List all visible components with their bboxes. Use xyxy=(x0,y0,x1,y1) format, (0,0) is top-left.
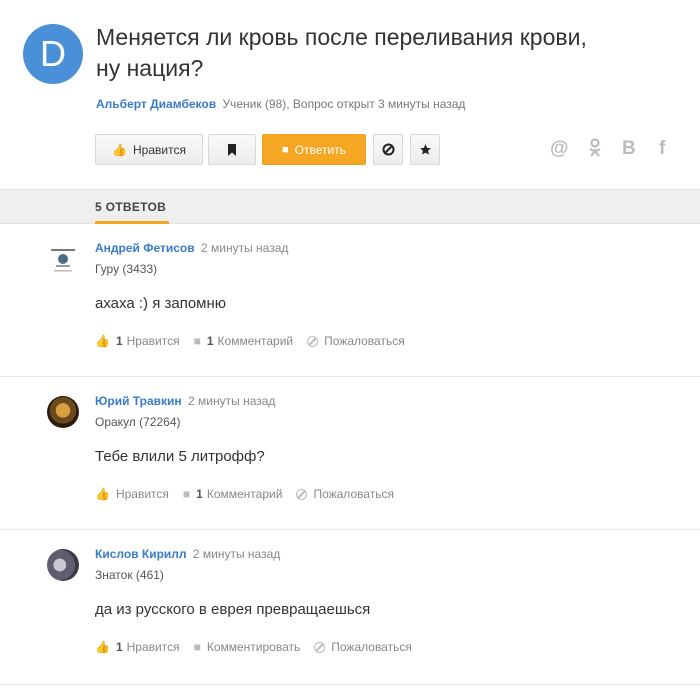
like-label: Нравится xyxy=(126,334,180,348)
answer-item: Юрий Травкин 2 минуты назад Оракул (7226… xyxy=(0,377,700,530)
comment-count: 1 xyxy=(196,487,203,501)
like-button[interactable]: 👍 Нравится xyxy=(95,134,203,165)
answer-button-label: Ответить xyxy=(294,142,346,157)
question-title: Меняется ли кровь после переливания кров… xyxy=(96,22,656,84)
answer-like-button[interactable]: 👍 1 Нравится xyxy=(95,334,180,348)
like-label: Нравится xyxy=(126,640,180,654)
comment-label: Комментарий xyxy=(206,487,283,501)
comment-count: 1 xyxy=(206,334,214,348)
answer-text: да из русского в еврея превращаешься xyxy=(95,601,371,618)
share-vk-icon[interactable]: B xyxy=(622,138,636,160)
report-label: Пожаловаться xyxy=(324,334,405,348)
answer-header: Юрий Травкин 2 минуты назад xyxy=(95,394,275,408)
thumbs-up-icon: 👍 xyxy=(95,487,110,501)
report-icon xyxy=(296,488,308,500)
share-odnoklassniki-icon[interactable] xyxy=(588,138,602,164)
answer-time: 2 минуты назад xyxy=(192,547,281,561)
comment-icon: ■ xyxy=(193,640,201,654)
thumbs-up-icon: 👍 xyxy=(112,142,127,157)
avatar[interactable] xyxy=(47,549,79,581)
bookmark-icon xyxy=(228,143,236,156)
avatar[interactable] xyxy=(47,245,79,277)
report-icon xyxy=(314,641,326,653)
share-facebook-icon[interactable]: f xyxy=(659,138,665,160)
comment-label: Комментировать xyxy=(206,640,301,654)
comment-label: Комментарий xyxy=(217,334,294,348)
like-count: 1 xyxy=(115,640,123,654)
block-button[interactable] xyxy=(373,134,403,165)
answer-rank: Оракул (72264) xyxy=(95,415,181,429)
answer-text: ахаха :) я запомню xyxy=(95,295,227,312)
answer-author-link[interactable]: Кислов Кирилл xyxy=(95,547,187,561)
answers-count-tab[interactable]: 5 ОТВЕТОВ xyxy=(95,200,166,214)
answer-report-button[interactable]: Пожаловаться xyxy=(314,640,412,654)
thumbs-up-icon: 👍 xyxy=(95,640,110,654)
answer-comment-button[interactable]: ■ 1 Комментарий xyxy=(183,487,283,501)
share-mail-icon[interactable]: @ xyxy=(550,138,569,160)
answer-author-link[interactable]: Юрий Травкин xyxy=(95,394,182,408)
like-label: Нравится xyxy=(115,487,169,501)
question-author-link[interactable]: Альберт Диамбеков xyxy=(96,97,216,111)
report-icon xyxy=(307,335,319,347)
answers-tab-bar: 5 ОТВЕТОВ xyxy=(0,189,700,224)
answer-time: 2 минуты назад xyxy=(188,394,276,408)
answer-like-button[interactable]: 👍 1 Нравится xyxy=(95,640,180,654)
bookmark-button[interactable] xyxy=(208,134,256,165)
question-meta-text: Ученик (98), Вопрос открыт 3 минуты наза… xyxy=(222,97,466,111)
report-label: Пожаловаться xyxy=(313,487,395,501)
favorite-button[interactable] xyxy=(410,134,440,165)
answer-rank: Гуру (3433) xyxy=(95,262,158,276)
report-label: Пожаловаться xyxy=(331,640,412,654)
answer-text: Тебе влили 5 литрофф? xyxy=(95,448,265,465)
like-count: 1 xyxy=(115,334,123,348)
question-title-line2: ну нация? xyxy=(96,55,204,81)
answer-comment-button[interactable]: ■ 1 Комментарий xyxy=(194,334,294,348)
divider xyxy=(0,684,700,685)
question-meta: Альберт Диамбеков Ученик (98), Вопрос от… xyxy=(96,97,465,111)
answer-author-link[interactable]: Андрей Фетисов xyxy=(95,241,195,255)
answer-button[interactable]: ■ Ответить xyxy=(262,134,366,165)
answer-header: Кислов Кирилл 2 минуты назад xyxy=(95,547,280,561)
answer-report-button[interactable]: Пожаловаться xyxy=(296,487,394,501)
star-icon xyxy=(419,144,431,155)
answer-item: Андрей Фетисов 2 минуты назад Гуру (3433… xyxy=(0,224,700,377)
answer-report-button[interactable]: Пожаловаться xyxy=(307,334,405,348)
block-icon xyxy=(382,143,394,156)
answer-actions: 👍 1 Нравится ■ 1 Комментарий Пожаловатьс… xyxy=(95,334,419,348)
avatar[interactable] xyxy=(47,396,79,428)
answer-rank: Знаток (461) xyxy=(95,568,164,582)
answer-item: Кислов Кирилл 2 минуты назад Знаток (461… xyxy=(0,530,700,685)
like-button-label: Нравится xyxy=(133,142,186,157)
comment-icon: ■ xyxy=(282,143,289,156)
comment-icon: ■ xyxy=(182,487,191,501)
comment-icon: ■ xyxy=(193,334,201,348)
question-title-line1: Меняется ли кровь после переливания кров… xyxy=(96,24,587,50)
answer-actions: 👍 Нравится ■ 1 Комментарий Пожаловаться xyxy=(95,487,408,501)
answer-header: Андрей Фетисов 2 минуты назад xyxy=(95,241,288,255)
answer-time: 2 минуты назад xyxy=(200,241,289,255)
answer-comment-button[interactable]: ■ Комментировать xyxy=(194,640,301,654)
answer-like-button[interactable]: 👍 Нравится xyxy=(95,487,169,501)
answer-actions: 👍 1 Нравится ■ Комментировать Пожаловать… xyxy=(95,640,426,654)
thumbs-up-icon: 👍 xyxy=(95,334,110,348)
author-avatar[interactable]: D xyxy=(23,24,83,84)
